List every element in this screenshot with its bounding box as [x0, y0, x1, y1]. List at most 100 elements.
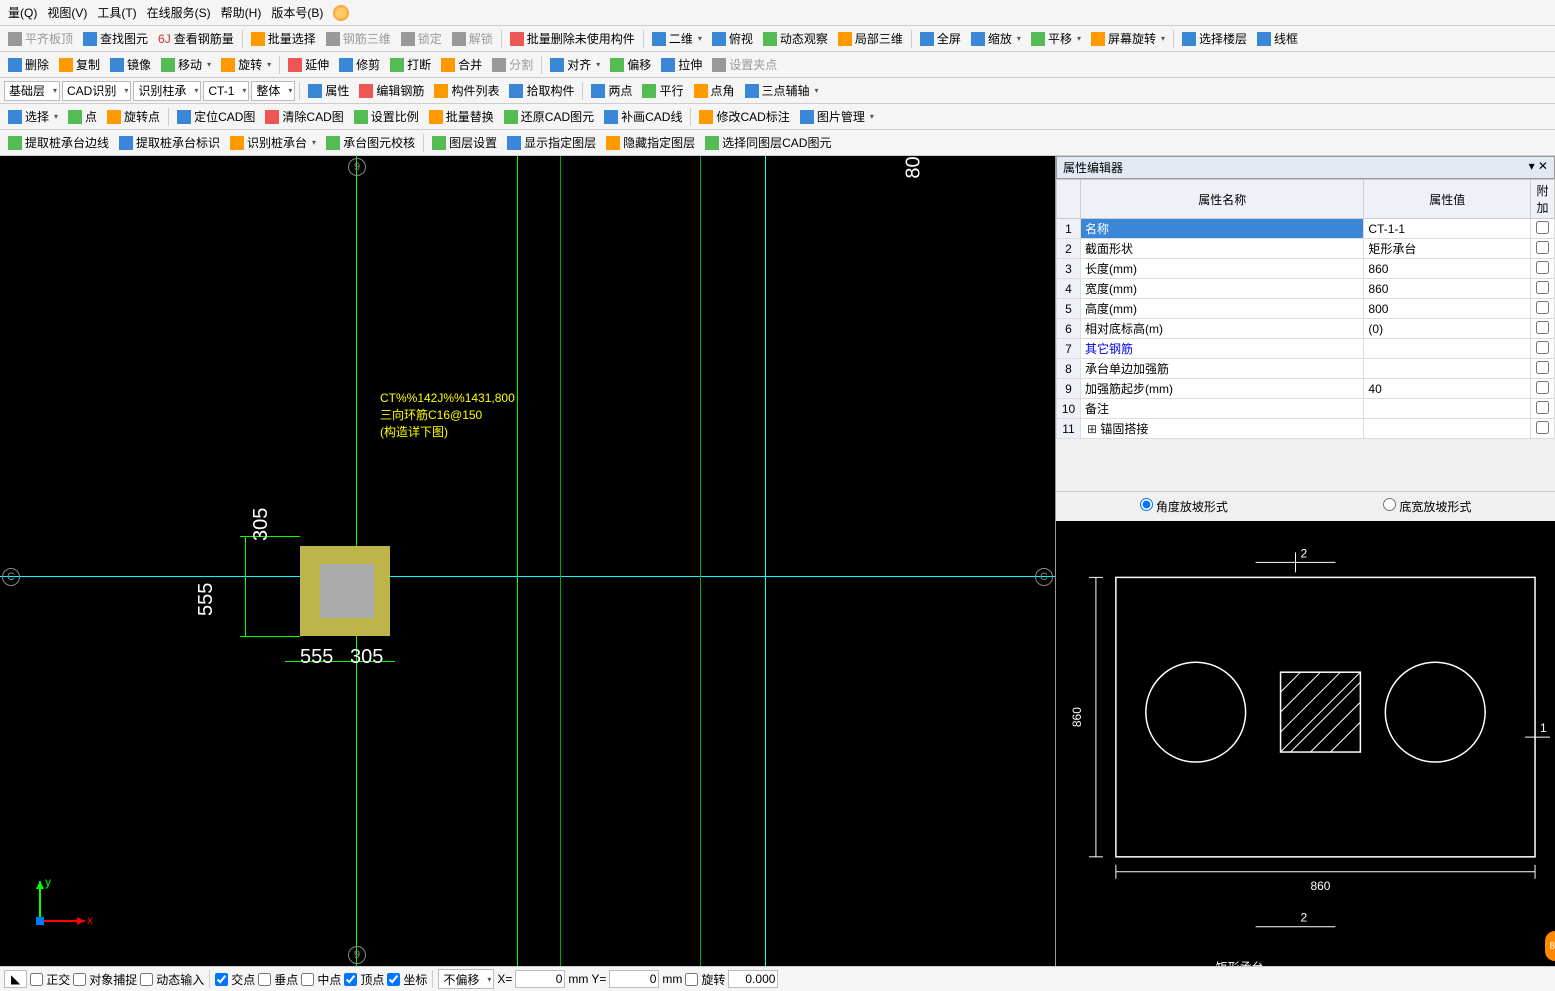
comp-list-button[interactable]: 构件列表 — [430, 80, 503, 101]
screen-rotate-button[interactable]: 屏幕旋转 — [1087, 28, 1169, 49]
property-row[interactable]: 5高度(mm)800 — [1057, 299, 1555, 319]
2d-button[interactable]: 二维 — [648, 28, 706, 49]
point-button[interactable]: 点 — [64, 106, 101, 127]
cad-id-combo[interactable]: CAD识别 — [62, 81, 131, 101]
ortho-check[interactable]: 正交 — [30, 971, 70, 988]
sel-same-layer-button[interactable]: 选择同图层CAD图元 — [701, 132, 835, 153]
hide-layer-button[interactable]: 隐藏指定图层 — [602, 132, 699, 153]
rot-pt-button[interactable]: 旋转点 — [103, 106, 164, 127]
rotate-check[interactable]: 旋转 — [685, 971, 725, 988]
id-pile-combo[interactable]: 识别柱承 — [133, 81, 201, 101]
property-row[interactable]: 3长度(mm)860 — [1057, 259, 1555, 279]
clear-cad-button[interactable]: 清除CAD图 — [261, 106, 347, 127]
property-row[interactable]: 9加强筋起步(mm)40 — [1057, 379, 1555, 399]
fullscreen-button[interactable]: 全屏 — [916, 28, 965, 49]
pick-comp-button[interactable]: 拾取构件 — [505, 80, 578, 101]
set-scale-button[interactable]: 设置比例 — [350, 106, 423, 127]
find-elem-button[interactable]: 查找图元 — [79, 28, 152, 49]
img-mgr-button[interactable]: 图片管理 — [796, 106, 878, 127]
select-floor-button[interactable]: 选择楼层 — [1178, 28, 1251, 49]
batch-replace-button[interactable]: 批量替换 — [425, 106, 498, 127]
move-button[interactable]: 移动 — [157, 54, 215, 75]
restore-cad-button[interactable]: 还原CAD图元 — [500, 106, 598, 127]
section-preview: 2 1 860 — [1056, 521, 1555, 966]
ct-combo[interactable]: CT-1 — [203, 81, 249, 101]
copy-button[interactable]: 复制 — [55, 54, 104, 75]
property-row[interactable]: 4宽度(mm)860 — [1057, 279, 1555, 299]
property-row[interactable]: 1名称CT-1-1 — [1057, 219, 1555, 239]
extract-mark-button[interactable]: 提取桩承台标识 — [115, 132, 224, 153]
dyn-view-button[interactable]: 动态观察 — [759, 28, 832, 49]
menu-view[interactable]: 视图(V) — [43, 2, 91, 23]
offset-combo[interactable]: 不偏移 — [438, 969, 494, 989]
menu-tools[interactable]: 工具(T) — [93, 2, 140, 23]
drawing-canvas[interactable]: 80 CT%%142J%%1431,800 三向环筋C16@150 (构造详下图… — [0, 156, 1055, 966]
pt-angle-button[interactable]: 点角 — [690, 80, 739, 101]
select-button[interactable]: 选择 — [4, 106, 62, 127]
zoom-button[interactable]: 缩放 — [967, 28, 1025, 49]
dim-80: 80 — [902, 156, 925, 178]
break-button[interactable]: 打断 — [386, 54, 435, 75]
snap-check[interactable]: 对象捕捉 — [73, 971, 137, 988]
property-table[interactable]: 属性名称 属性值 附加 1名称CT-1-12截面形状矩形承台3长度(mm)860… — [1056, 179, 1555, 439]
menu-help[interactable]: 帮助(H) — [217, 2, 266, 23]
x-input[interactable] — [515, 970, 565, 988]
property-row[interactable]: 7其它钢筋 — [1057, 339, 1555, 359]
menu-online[interactable]: 在线服务(S) — [143, 2, 215, 23]
view-rebar-button[interactable]: 6J查看钢筋量 — [154, 28, 238, 49]
extract-edge-button[interactable]: 提取桩承台边线 — [4, 132, 113, 153]
pan-button[interactable]: 平移 — [1027, 28, 1085, 49]
locate-cad-button[interactable]: 定位CAD图 — [173, 106, 259, 127]
cross-check[interactable]: 交点 — [215, 971, 255, 988]
id-pile-cap-button[interactable]: 识别桩承台 — [226, 132, 320, 153]
offset-button[interactable]: 偏移 — [606, 54, 655, 75]
menu-quantity[interactable]: 量(Q) — [4, 2, 41, 23]
layer-settings-button[interactable]: 图层设置 — [428, 132, 501, 153]
edit-rebar-button[interactable]: 编辑钢筋 — [355, 80, 428, 101]
panel-pin-icon[interactable]: ▾ ✕ — [1529, 159, 1548, 176]
coord-check[interactable]: 坐标 — [387, 971, 427, 988]
stretch-button[interactable]: 拉伸 — [657, 54, 706, 75]
wireframe-button[interactable]: 线框 — [1253, 28, 1302, 49]
show-layer-button[interactable]: 显示指定图层 — [503, 132, 600, 153]
dyn-input-check[interactable]: 动态输入 — [140, 971, 204, 988]
mirror-button[interactable]: 镜像 — [106, 54, 155, 75]
attrs-button[interactable]: 属性 — [304, 80, 353, 101]
patch-cad-button[interactable]: 补画CAD线 — [600, 106, 686, 127]
tab-button[interactable]: ◣ — [4, 970, 27, 988]
floor-combo[interactable]: 基础层 — [4, 81, 60, 101]
mid-check[interactable]: 中点 — [301, 971, 341, 988]
top-view-button[interactable]: 俯视 — [708, 28, 757, 49]
batch-select-button[interactable]: 批量选择 — [247, 28, 320, 49]
delete-button[interactable]: 删除 — [4, 54, 53, 75]
trim-button[interactable]: 修剪 — [335, 54, 384, 75]
rotate-button[interactable]: 旋转 — [217, 54, 275, 75]
menu-version[interactable]: 版本号(B) — [267, 2, 327, 23]
pile-cap-inner[interactable] — [320, 564, 374, 618]
notification-badge[interactable]: 89 — [1545, 931, 1555, 961]
radio-width-slope[interactable]: 底宽放坡形式 — [1383, 498, 1471, 515]
property-row[interactable]: 2截面形状矩形承台 — [1057, 239, 1555, 259]
cap-elem-check-button[interactable]: 承台图元校核 — [322, 132, 419, 153]
vertex-check[interactable]: 顶点 — [344, 971, 384, 988]
radio-angle-slope[interactable]: 角度放坡形式 — [1140, 498, 1228, 515]
property-row[interactable]: 10备注 — [1057, 399, 1555, 419]
property-row[interactable]: 8承台单边加强筋 — [1057, 359, 1555, 379]
parallel-button[interactable]: 平行 — [638, 80, 687, 101]
rotate-input[interactable] — [728, 970, 778, 988]
extend-button[interactable]: 延伸 — [284, 54, 333, 75]
property-row[interactable]: 11⊞ 锚固搭接 — [1057, 419, 1555, 439]
perp-check[interactable]: 垂点 — [258, 971, 298, 988]
two-pt-button[interactable]: 两点 — [587, 80, 636, 101]
svg-text:860: 860 — [1070, 707, 1084, 727]
whole-combo[interactable]: 整体 — [251, 81, 295, 101]
face-icon[interactable] — [333, 5, 349, 21]
three-pt-button[interactable]: 三点辅轴 — [741, 80, 823, 101]
modify-cad-button[interactable]: 修改CAD标注 — [695, 106, 793, 127]
local-3d-button[interactable]: 局部三维 — [834, 28, 907, 49]
batch-delete-button[interactable]: 批量删除未使用构件 — [506, 28, 639, 49]
property-row[interactable]: 6相对底标高(m)(0) — [1057, 319, 1555, 339]
merge-button[interactable]: 合并 — [437, 54, 486, 75]
align-button[interactable]: 对齐 — [546, 54, 604, 75]
y-input[interactable] — [609, 970, 659, 988]
